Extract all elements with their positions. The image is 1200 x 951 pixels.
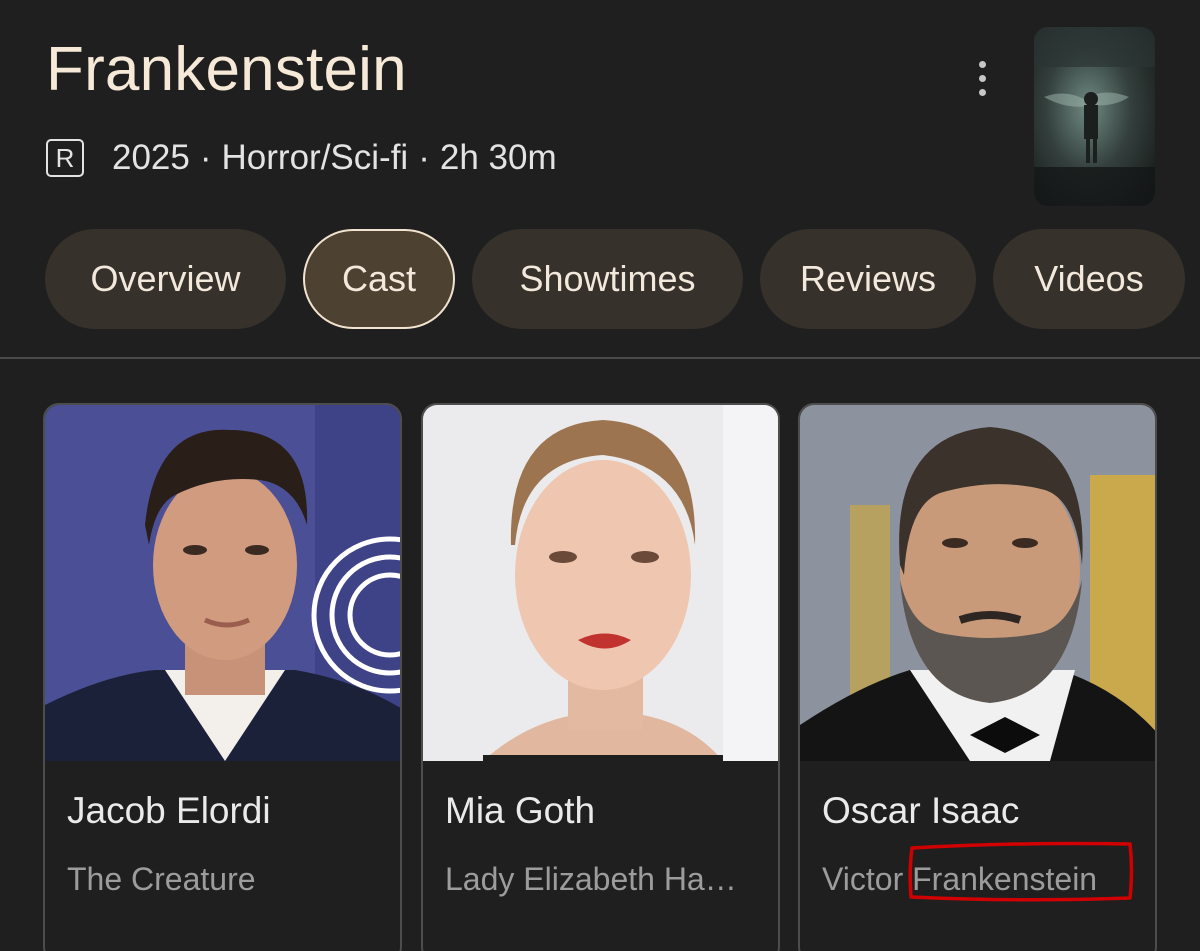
movie-panel: Frankenstein R 2025 · Horror/Sci-fi · 2h… — [0, 0, 1200, 951]
more-dot — [978, 60, 986, 68]
cast-card[interactable]: Jacob Elordi The Creature — [43, 403, 402, 951]
meta-separator: · — [418, 138, 430, 177]
rating-badge: R — [46, 139, 84, 177]
character-name: The Creature — [67, 861, 256, 897]
character-name: Lady Elizabeth Ha… — [445, 861, 737, 897]
runtime: 2h 30m — [439, 138, 557, 177]
actor-name: Jacob Elordi — [67, 790, 271, 831]
movie-title: Frankenstein — [46, 35, 407, 104]
cast-card[interactable]: Mia Goth Lady Elizabeth Ha… — [421, 403, 780, 951]
movie-poster[interactable] — [1034, 27, 1155, 206]
movie-meta: R 2025 · Horror/Sci-fi · 2h 30m — [46, 136, 557, 180]
actor-photo — [45, 405, 400, 761]
more-options-icon[interactable] — [962, 56, 1002, 100]
meta-separator: · — [199, 138, 212, 177]
more-dot — [978, 74, 986, 82]
tab-videos[interactable]: Videos — [993, 229, 1185, 329]
tab-showtimes[interactable]: Showtimes — [472, 229, 743, 329]
character-name: Victor Frankenstein — [822, 861, 1098, 897]
genre: Horror/Sci-fi — [221, 138, 409, 177]
actor-name: Oscar Isaac — [822, 790, 1020, 831]
release-year: 2025 — [112, 138, 190, 177]
poster-image — [1034, 27, 1155, 206]
tab-overview[interactable]: Overview — [45, 229, 286, 329]
more-dot — [978, 88, 986, 96]
tab-reviews[interactable]: Reviews — [760, 229, 976, 329]
divider — [0, 357, 1200, 359]
tab-cast[interactable]: Cast — [303, 229, 455, 329]
actor-photo — [800, 405, 1155, 761]
actor-photo — [423, 405, 778, 761]
actor-name: Mia Goth — [445, 790, 596, 831]
cast-card[interactable]: Oscar Isaac Victor Frankenstein — [798, 403, 1157, 951]
